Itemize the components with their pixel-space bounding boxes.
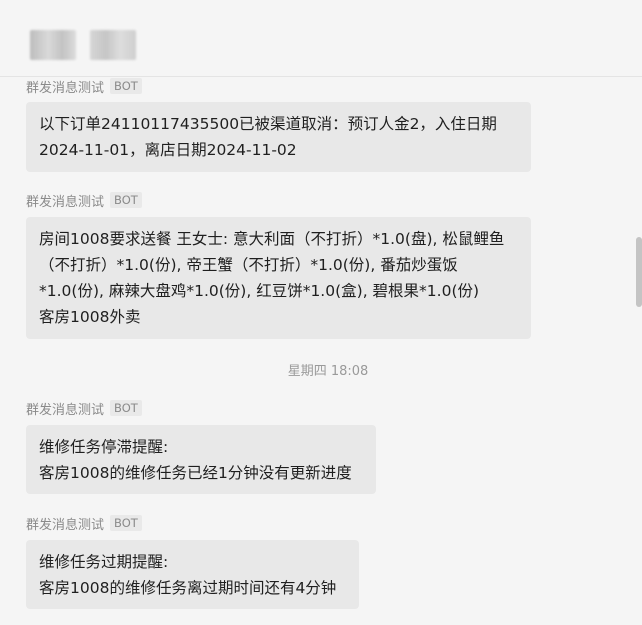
message-bubble[interactable]: 房间1008要求送餐 王女士: 意大利面（不打折）*1.0(盘), 松鼠鲤鱼 （… [26,217,531,339]
bot-badge: BOT [110,192,142,208]
message-sender-line: 群发消息测试 BOT [26,399,142,418]
bot-badge: BOT [110,515,142,531]
sender-name[interactable]: 群发消息测试 [26,77,104,96]
message-sender-line: 群发消息测试 BOT [26,514,142,533]
chat-window: 群发消息测试 BOT 以下订单24110117435500已被渠道取消：预订人金… [0,0,642,625]
message-list[interactable]: 群发消息测试 BOT 以下订单24110117435500已被渠道取消：预订人金… [0,77,632,625]
timestamp-divider: 星期四 18:08 [287,364,369,379]
message-bubble[interactable]: 维修任务停滞提醒: 客房1008的维修任务已经1分钟没有更新进度 [26,425,376,494]
redacted-title [90,30,136,60]
message-sender-line: 群发消息测试 BOT [26,77,142,96]
sender-name[interactable]: 群发消息测试 [26,191,104,210]
chat-header [0,0,642,77]
redacted-avatar[interactable] [30,30,76,60]
message-bubble[interactable]: 维修任务过期提醒: 客房1008的维修任务离过期时间还有4分钟 [26,540,359,609]
scrollbar[interactable] [634,77,642,625]
bot-badge: BOT [110,400,142,416]
message-bubble[interactable]: 以下订单24110117435500已被渠道取消：预订人金2，入住日期 2024… [26,102,531,172]
bot-badge: BOT [110,78,142,94]
sender-name[interactable]: 群发消息测试 [26,514,104,533]
sender-name[interactable]: 群发消息测试 [26,399,104,418]
scrollbar-thumb[interactable] [636,237,642,307]
message-sender-line: 群发消息测试 BOT [26,191,142,210]
